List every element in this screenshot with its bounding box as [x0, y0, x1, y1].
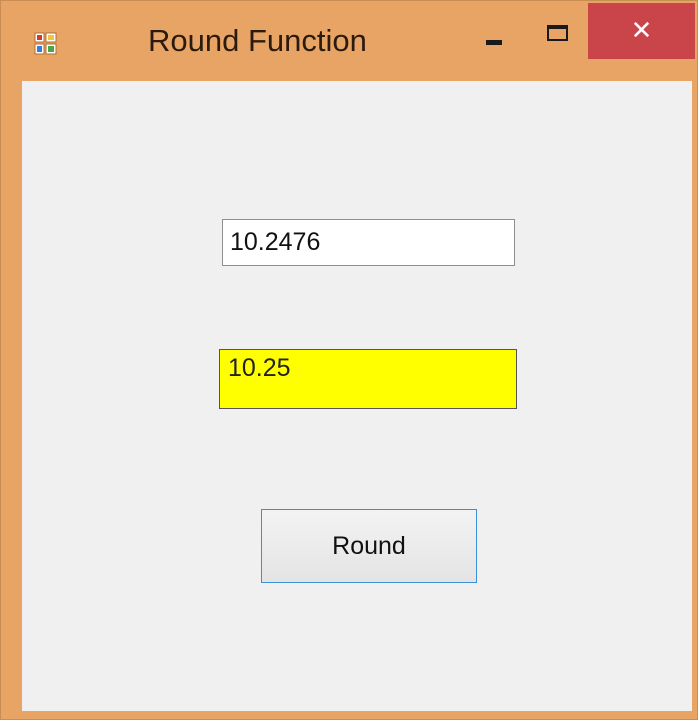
form-client-area: 10.2476 10.25 Round: [22, 81, 692, 711]
round-button[interactable]: Round: [261, 509, 477, 583]
app-window: Round Function ✕ 10.2476 10.25 Round: [0, 0, 698, 720]
maximize-button[interactable]: [536, 13, 584, 63]
minimize-button[interactable]: [471, 13, 519, 63]
window-title: Round Function: [148, 23, 367, 58]
number-input[interactable]: 10.2476: [222, 219, 515, 266]
close-icon: ✕: [630, 16, 653, 46]
maximize-icon: [547, 25, 568, 41]
title-bar[interactable]: Round Function ✕: [1, 1, 697, 81]
app-icon[interactable]: [33, 31, 59, 57]
close-button[interactable]: ✕: [588, 3, 695, 59]
minimize-icon: [486, 40, 502, 45]
result-output[interactable]: 10.25: [219, 349, 517, 409]
